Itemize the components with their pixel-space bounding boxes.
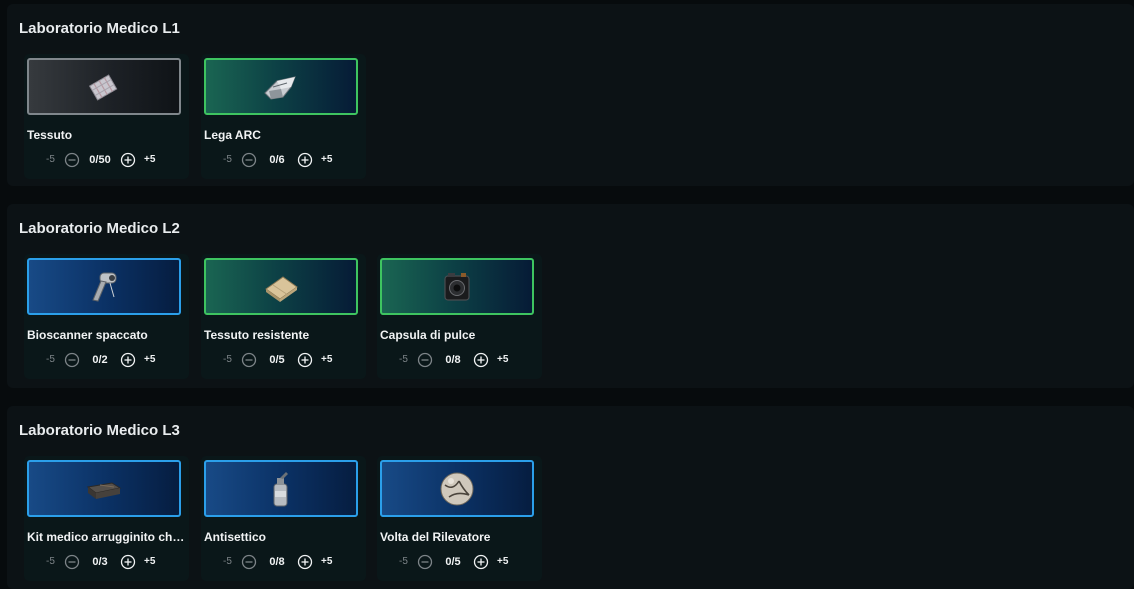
- item-name: Bioscanner spaccato: [27, 328, 148, 342]
- decrease-5-button[interactable]: -5: [46, 154, 55, 165]
- plus-circle-icon[interactable]: [120, 554, 136, 570]
- item-count: 0/8: [269, 556, 285, 568]
- item-thumbnail[interactable]: [27, 258, 181, 315]
- increase-5-button[interactable]: +5: [497, 556, 508, 567]
- section-medical-lab-l3: Laboratorio Medico L3 Kit medico arruggi…: [7, 406, 1134, 589]
- section-title: Laboratorio Medico L1: [19, 20, 180, 37]
- quantity-controls: -5 0/8 +5: [377, 352, 542, 370]
- item-thumbnail[interactable]: [27, 460, 181, 517]
- quantity-controls: -5 0/5 +5: [377, 554, 542, 572]
- decrease-5-button[interactable]: -5: [223, 354, 232, 365]
- durable-cloth-icon: [265, 275, 298, 302]
- bioscanner-icon: [92, 272, 117, 302]
- item-count: 0/50: [89, 154, 111, 166]
- quantity-controls: -5 0/5 +5: [201, 352, 366, 370]
- quantity-controls: -5 0/6 +5: [201, 152, 366, 170]
- decrease-5-button[interactable]: -5: [46, 556, 55, 567]
- section-title: Laboratorio Medico L2: [19, 220, 180, 237]
- item-card-antisettico: Antisettico -5 0/8 +5: [201, 456, 366, 581]
- section-title: Laboratorio Medico L3: [19, 422, 180, 439]
- item-count: 0/5: [445, 556, 461, 568]
- item-card-lega-arc: Lega ARC -5 0/6 +5: [201, 54, 366, 179]
- flea-capsule-icon: [444, 272, 470, 301]
- item-count: 0/6: [269, 154, 285, 166]
- increase-5-button[interactable]: +5: [321, 154, 332, 165]
- minus-circle-icon[interactable]: [241, 352, 257, 368]
- plus-circle-icon[interactable]: [297, 152, 313, 168]
- plus-circle-icon[interactable]: [120, 152, 136, 168]
- arc-alloy-icon: [264, 75, 296, 100]
- antiseptic-bottle-icon: [273, 471, 288, 506]
- increase-5-button[interactable]: +5: [144, 354, 155, 365]
- increase-5-button[interactable]: +5: [144, 556, 155, 567]
- item-card-tessuto-resistente: Tessuto resistente -5 0/5 +5: [201, 254, 366, 379]
- decrease-5-button[interactable]: -5: [223, 154, 232, 165]
- plus-circle-icon[interactable]: [297, 352, 313, 368]
- minus-circle-icon[interactable]: [64, 554, 80, 570]
- item-thumbnail[interactable]: [204, 460, 358, 517]
- plus-circle-icon[interactable]: [297, 554, 313, 570]
- item-name: Antisettico: [204, 530, 267, 544]
- item-card-capsula-di-pulce: Capsula di pulce -5 0/8 +5: [377, 254, 542, 379]
- quantity-controls: -5 0/8 +5: [201, 554, 366, 572]
- minus-circle-icon[interactable]: [64, 352, 80, 368]
- decrease-5-button[interactable]: -5: [46, 354, 55, 365]
- quantity-controls: -5 0/3 +5: [24, 554, 189, 572]
- item-card-bioscanner-spaccato: Bioscanner spaccato -5 0/2 +5: [24, 254, 189, 379]
- increase-5-button[interactable]: +5: [144, 154, 155, 165]
- item-name: Capsula di pulce: [380, 328, 476, 342]
- item-card-tessuto: Tessuto -5 0/50 +5: [24, 54, 189, 179]
- item-card-kit-medico-arrugginito: Kit medico arrugginito chi... -5 0/3 +5: [24, 456, 189, 581]
- decrease-5-button[interactable]: -5: [399, 556, 408, 567]
- decrease-5-button[interactable]: -5: [223, 556, 232, 567]
- quantity-controls: -5 0/50 +5: [24, 152, 189, 170]
- minus-circle-icon[interactable]: [417, 554, 433, 570]
- plus-circle-icon[interactable]: [120, 352, 136, 368]
- item-count: 0/8: [445, 354, 461, 366]
- quantity-controls: -5 0/2 +5: [24, 352, 189, 370]
- decrease-5-button[interactable]: -5: [399, 354, 408, 365]
- section-medical-lab-l2: Laboratorio Medico L2 Bioscanner spaccat…: [7, 204, 1134, 388]
- item-thumbnail[interactable]: [380, 258, 534, 315]
- increase-5-button[interactable]: +5: [321, 354, 332, 365]
- minus-circle-icon[interactable]: [417, 352, 433, 368]
- item-count: 0/5: [269, 354, 285, 366]
- item-card-volta-del-rilevatore: Volta del Rilevatore -5 0/5 +5: [377, 456, 542, 581]
- rusted-medkit-icon: [86, 481, 122, 499]
- item-name: Volta del Rilevatore: [380, 530, 491, 544]
- item-thumbnail[interactable]: [204, 58, 358, 115]
- minus-circle-icon[interactable]: [241, 554, 257, 570]
- increase-5-button[interactable]: +5: [497, 354, 508, 365]
- plus-circle-icon[interactable]: [473, 554, 489, 570]
- hideout-requirements-page: Laboratorio Medico L1 Tessuto -5 0/50 +5…: [0, 0, 1134, 589]
- minus-circle-icon[interactable]: [64, 152, 80, 168]
- item-thumbnail[interactable]: [27, 58, 181, 115]
- item-name: Lega ARC: [204, 128, 261, 142]
- plus-circle-icon[interactable]: [473, 352, 489, 368]
- item-name: Tessuto: [27, 128, 73, 142]
- item-thumbnail[interactable]: [380, 460, 534, 517]
- surveyor-vault-icon: [440, 472, 474, 505]
- minus-circle-icon[interactable]: [241, 152, 257, 168]
- increase-5-button[interactable]: +5: [321, 556, 332, 567]
- item-name: Kit medico arrugginito chi...: [27, 530, 185, 544]
- section-medical-lab-l1: Laboratorio Medico L1 Tessuto -5 0/50 +5…: [7, 4, 1134, 186]
- item-thumbnail[interactable]: [204, 258, 358, 315]
- item-count: 0/2: [92, 354, 108, 366]
- item-name: Tessuto resistente: [204, 328, 310, 342]
- item-count: 0/3: [92, 556, 108, 568]
- fabric-icon: [88, 73, 118, 101]
